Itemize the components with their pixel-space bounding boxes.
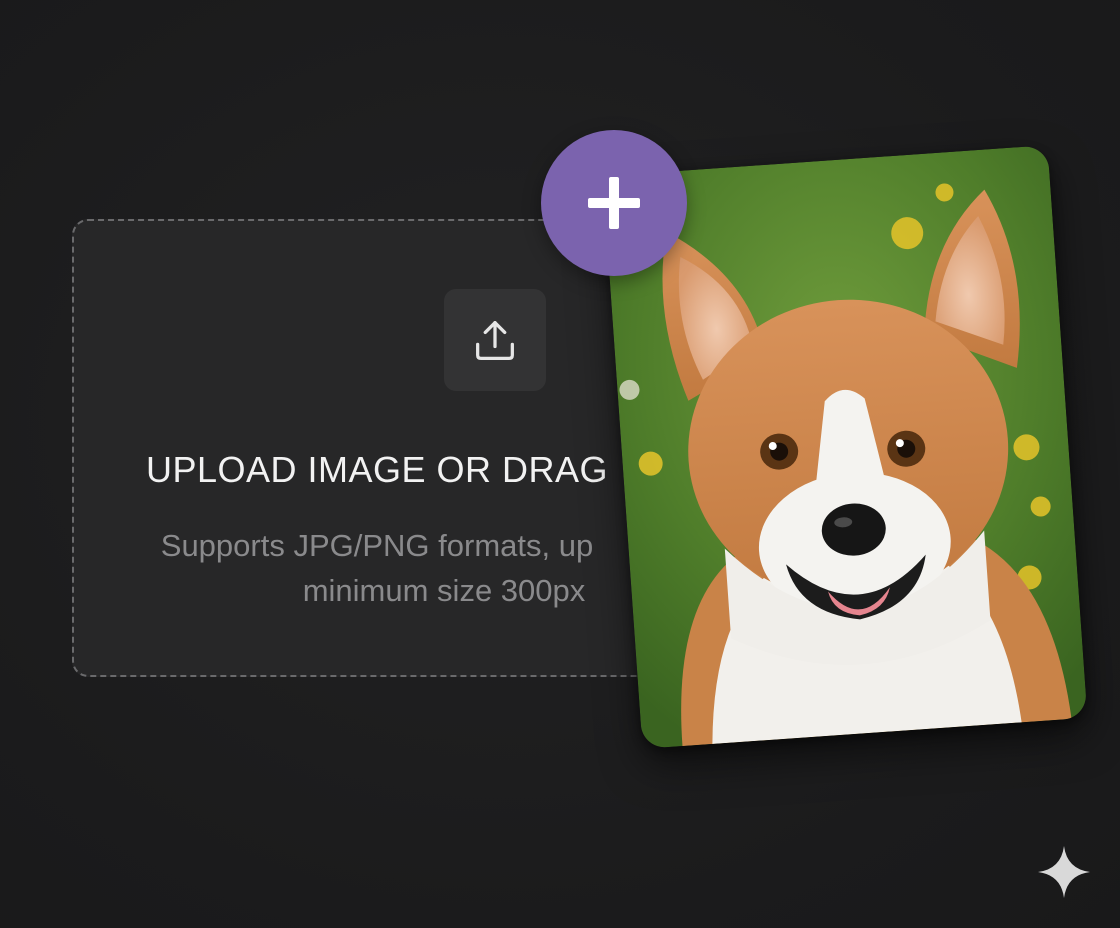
upload-screen: UPLOAD IMAGE OR DRAG Supports JPG/PNG fo… [0, 0, 1120, 928]
upload-dropzone[interactable]: UPLOAD IMAGE OR DRAG Supports JPG/PNG fo… [72, 219, 682, 677]
upload-hint-line-2: minimum size 300px [302, 573, 586, 608]
upload-hint-line-1: Supports JPG/PNG formats, up [160, 528, 594, 563]
upload-icon-button[interactable] [444, 289, 546, 391]
upload-title: UPLOAD IMAGE OR DRAG [145, 449, 609, 490]
upload-icon [476, 321, 514, 361]
upload-hint: Supports JPG/PNG formats, up minimum siz… [74, 523, 680, 613]
plus-icon [588, 177, 640, 229]
add-image-button[interactable] [541, 130, 687, 276]
sparkle-icon [1038, 846, 1090, 898]
